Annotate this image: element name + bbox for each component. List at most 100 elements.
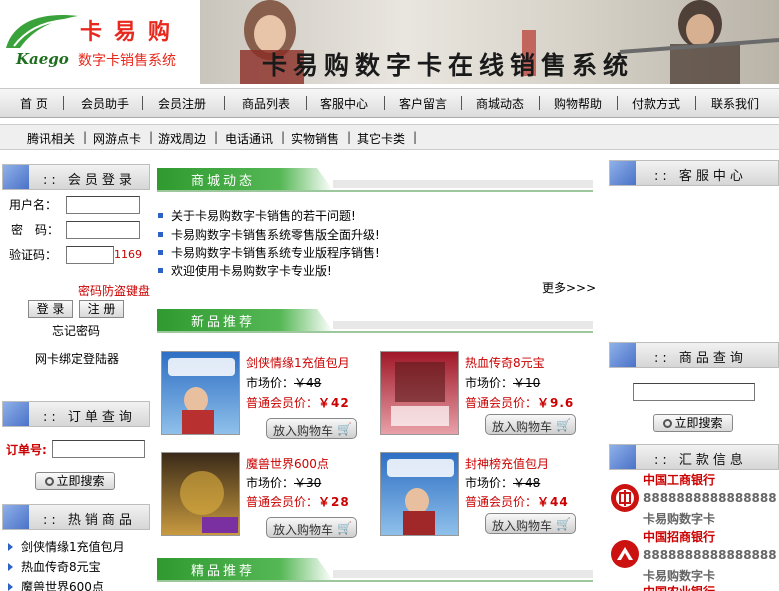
nav-separator — [224, 96, 225, 110]
password-keyboard-link[interactable]: 密码防盗键盘 — [78, 282, 150, 299]
banner-title: 卡易购数字卡在线销售系统 — [262, 51, 635, 80]
bank-holder: 卡易购数字卡 — [643, 569, 716, 583]
hot-product-item[interactable]: 剑侠情缘1充值包月 — [8, 538, 125, 555]
subnav-game-accessories[interactable]: 游戏周边 — [158, 130, 206, 147]
leaf-icon — [6, 15, 78, 48]
news-item-label: 卡易购数字卡销售系统专业版程序销售! — [171, 246, 380, 260]
hot-product-item[interactable]: 热血传奇8元宝 — [8, 558, 101, 575]
bank-name: 中国招商银行 — [643, 530, 716, 544]
nav-news[interactable]: 商城动态 — [476, 95, 524, 112]
product-image[interactable] — [161, 351, 240, 435]
member-price-value: ￥9.6 — [537, 396, 575, 410]
nav-contact[interactable]: 联系我们 — [711, 95, 759, 112]
login-box-header: :: 会员登录 — [2, 164, 150, 190]
product-image[interactable] — [380, 452, 459, 536]
member-price-label: 普通会员价： — [465, 495, 538, 509]
box-corner-icon — [3, 165, 29, 189]
news-item[interactable]: 卡易购数字卡销售系统零售版全面升级! — [158, 226, 380, 243]
nav-product-list[interactable]: 商品列表 — [242, 95, 290, 112]
member-price: 普通会员价：￥9.6 — [465, 394, 574, 411]
username-label: 用户名： — [9, 198, 58, 212]
market-price-value: ￥48 — [513, 476, 541, 490]
icbc-logo-art — [616, 489, 634, 507]
member-price: 普通会员价：￥28 — [246, 493, 350, 510]
product-search-header: :: 商品查询 — [609, 342, 779, 368]
subnav-game-cards[interactable]: 网游点卡 — [93, 130, 141, 147]
bank-account: 8888888888888888 — [643, 548, 777, 562]
new-products-header: 新品推荐 — [157, 307, 593, 333]
username-input[interactable] — [66, 196, 140, 214]
nav-home[interactable]: 首 页 — [20, 95, 48, 112]
search-icon — [45, 477, 55, 486]
subnav-tencent[interactable]: 腾讯相关 — [27, 130, 75, 147]
site-logo[interactable]: 卡易购 Kaego 数字卡销售系统 — [0, 0, 200, 84]
subnav-other[interactable]: 其它卡类 — [357, 130, 405, 147]
hot-product-item[interactable]: 魔兽世界600点 — [8, 578, 104, 591]
product-name[interactable]: 魔兽世界600点 — [246, 455, 329, 472]
add-to-cart-label: 放入购物车 — [492, 420, 553, 434]
login-button[interactable]: 登 录 — [28, 300, 73, 318]
add-to-cart-button[interactable]: 放入购物车 🛒 — [266, 517, 357, 538]
product-image[interactable] — [161, 452, 240, 536]
register-button[interactable]: 注 册 — [79, 300, 124, 318]
news-item-label: 欢迎使用卡易购数字卡专业版! — [171, 264, 332, 278]
product-art — [180, 471, 238, 533]
news-item[interactable]: 关于卡易购数字卡销售的若干问题! — [158, 207, 356, 224]
password-label: 密 码： — [11, 223, 60, 237]
main-nav: 首 页 会员助手 会员注册 商品列表 客服中心 客户留言 商城动态 购物帮助 付… — [0, 88, 779, 118]
add-to-cart-button[interactable]: 放入购物车 🛒 — [485, 513, 576, 534]
subnav-physical[interactable]: 实物销售 — [291, 130, 339, 147]
cart-icon: 🛒 — [337, 422, 352, 436]
section-bar — [333, 570, 593, 578]
captcha-input[interactable] — [66, 246, 114, 264]
product-art — [168, 358, 235, 434]
subnav-telecom[interactable]: 电话通讯 — [225, 130, 273, 147]
nav-service[interactable]: 客服中心 — [320, 95, 368, 112]
bind-launcher-link[interactable]: 网卡绑定登陆器 — [35, 350, 119, 367]
member-price-label: 普通会员价： — [246, 495, 319, 509]
add-to-cart-button[interactable]: 放入购物车 🛒 — [485, 414, 576, 435]
add-to-cart-label: 放入购物车 — [273, 424, 334, 438]
member-price-value: ￥28 — [318, 495, 350, 509]
product-name[interactable]: 剑侠情缘1充值包月 — [246, 354, 350, 371]
market-price-label: 市场价： — [246, 476, 295, 490]
product-name[interactable]: 热血传奇8元宝 — [465, 354, 545, 371]
bank-account: 8888888888888888 — [643, 491, 777, 505]
nav-messages[interactable]: 客户留言 — [399, 95, 447, 112]
market-price: 市场价：￥10 — [465, 374, 540, 391]
nav-register[interactable]: 会员注册 — [158, 95, 206, 112]
bullet-icon — [158, 250, 163, 255]
product-name[interactable]: 封神榜充值包月 — [465, 455, 549, 472]
news-item[interactable]: 卡易购数字卡销售系统专业版程序销售! — [158, 244, 380, 261]
hot-products-title: :: 热销商品 — [43, 513, 136, 528]
cart-icon: 🛒 — [337, 521, 352, 535]
service-center-header: :: 客服中心 — [609, 160, 779, 186]
password-input[interactable] — [66, 221, 140, 239]
news-more-link[interactable]: 更多>>> — [542, 279, 596, 296]
arrow-icon — [8, 583, 13, 591]
box-corner-icon — [610, 343, 636, 367]
order-number-input[interactable] — [52, 440, 145, 458]
cart-icon: 🛒 — [556, 418, 571, 432]
news-item-label: 关于卡易购数字卡销售的若干问题! — [171, 209, 356, 223]
news-item-label: 卡易购数字卡销售系统零售版全面升级! — [171, 228, 380, 242]
nav-separator — [461, 96, 462, 110]
product-search-input[interactable] — [633, 383, 755, 401]
forgot-password-link[interactable]: 忘记密码 — [52, 322, 100, 339]
logo-english: Kaego — [16, 50, 69, 68]
bullet-icon — [158, 268, 163, 273]
add-to-cart-button[interactable]: 放入购物车 🛒 — [266, 418, 357, 439]
product-art — [387, 459, 454, 535]
hot-product-label: 热血传奇8元宝 — [21, 560, 101, 574]
nav-separator — [142, 96, 143, 110]
news-item[interactable]: 欢迎使用卡易购数字卡专业版! — [158, 262, 332, 279]
product-image[interactable] — [380, 351, 459, 435]
order-search-button[interactable]: 立即搜索 — [35, 472, 115, 490]
nav-payment[interactable]: 付款方式 — [632, 95, 680, 112]
arrow-icon — [8, 563, 13, 571]
product-search-button[interactable]: 立即搜索 — [653, 414, 733, 432]
market-price-label: 市场价： — [465, 476, 514, 490]
nav-member-assistant[interactable]: 会员助手 — [81, 95, 129, 112]
subnav-separator: | — [149, 130, 154, 144]
nav-help[interactable]: 购物帮助 — [554, 95, 602, 112]
